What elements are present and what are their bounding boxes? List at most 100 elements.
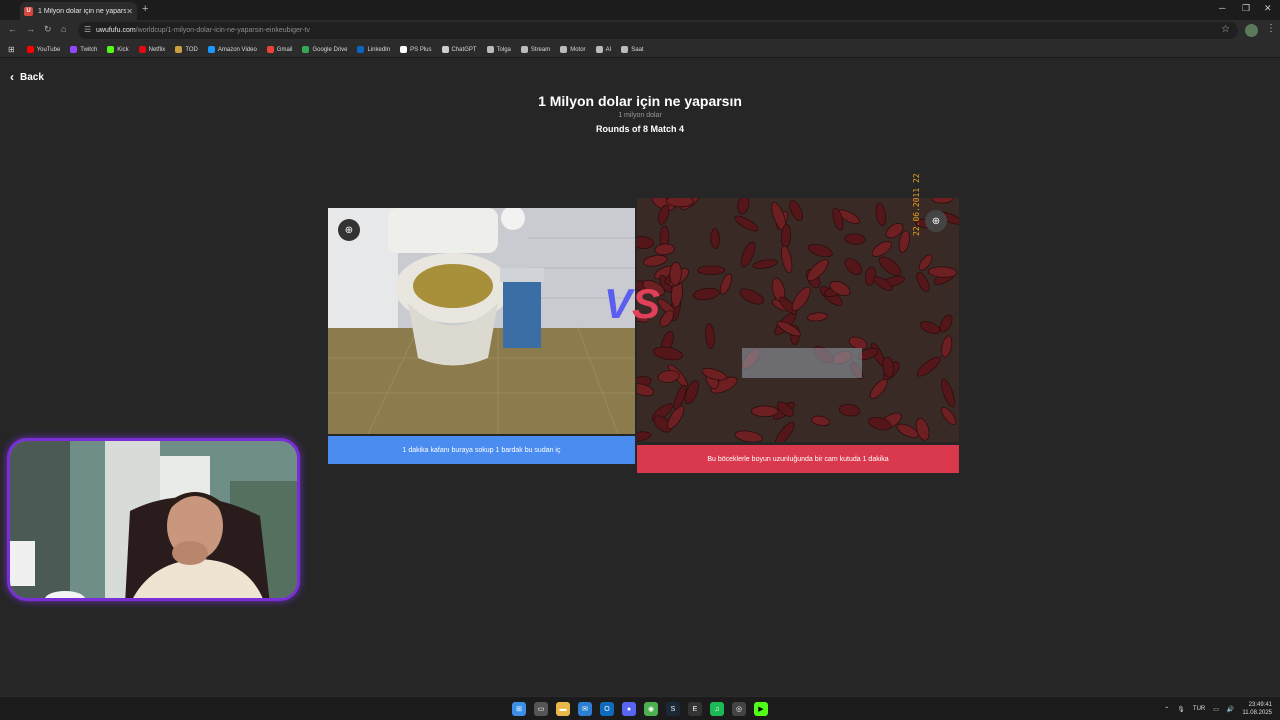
chrome-icon[interactable]: ◉ <box>644 702 658 716</box>
bookmark-icon <box>441 46 449 53</box>
browser-tabstrip: U 1 Milyon dolar için ne yaparsın ✕ + ─ … <box>0 0 1280 20</box>
bookmark-tolga[interactable]: Tolga <box>486 46 511 53</box>
forward-arrow-icon[interactable]: → <box>26 24 35 34</box>
task-view-icon[interactable]: ▭ <box>534 702 548 716</box>
toilet-image <box>328 208 635 434</box>
back-link[interactable]: ‹ Back <box>10 70 44 84</box>
chevron-up-icon[interactable]: ⌃ <box>1164 706 1169 713</box>
page-title: 1 Milyon dolar için ne yaparsın <box>538 93 742 109</box>
close-tab-icon[interactable]: ✕ <box>126 7 133 16</box>
vs-letter-v: V <box>604 280 633 327</box>
back-arrow-icon[interactable]: ← <box>8 24 17 34</box>
clock[interactable]: 23:49:41 11.08.2025 <box>1242 701 1272 717</box>
file-explorer-icon[interactable]: ▬ <box>556 702 570 716</box>
webcam-overlay <box>7 438 300 601</box>
cockroaches-image <box>637 198 959 442</box>
bookmark-label: Motor <box>570 46 586 53</box>
bookmark-icon <box>357 46 365 53</box>
bookmark-amazon-video[interactable]: Amazon Video <box>207 46 257 53</box>
bookmark-label: Stream <box>530 46 551 53</box>
bookmark-stream[interactable]: Stream <box>520 46 551 53</box>
bookmark-linkedin[interactable]: LinkedIn <box>357 46 390 53</box>
new-tab-button[interactable]: + <box>142 3 148 15</box>
browser-tab-active[interactable]: U 1 Milyon dolar için ne yaparsın ✕ <box>20 2 137 20</box>
bookmark-icon <box>400 46 408 53</box>
bookmark-label: Twitch <box>80 46 98 53</box>
taskbar-apps: ⊞ ▭ ▬ ✉ O ● ◉ S E ♫ ◎ ▶ <box>512 702 768 716</box>
minimize-window-icon[interactable]: ─ <box>1219 3 1225 13</box>
bookmark-google-drive[interactable]: Google Drive <box>302 46 347 53</box>
streamer-webcam-image <box>10 441 297 598</box>
steam-icon[interactable]: S <box>666 702 680 716</box>
vs-letter-s: S <box>632 280 661 327</box>
obs-icon[interactable]: ◎ <box>732 702 746 716</box>
network-icon[interactable]: ▭ <box>1213 706 1219 713</box>
bookmark-icon <box>621 46 629 53</box>
bookmark-icon <box>486 46 494 53</box>
choice-right-image[interactable]: ⊕ <box>637 198 959 442</box>
epic-games-icon[interactable]: E <box>688 702 702 716</box>
bookmark-label: AI <box>605 46 612 53</box>
bookmark-ps-plus[interactable]: PS Plus <box>400 46 432 53</box>
home-icon[interactable]: ⌂ <box>61 24 66 34</box>
bookmark-label: Netflix <box>148 46 166 53</box>
kick-app-icon[interactable]: ▶ <box>754 702 768 716</box>
address-bar[interactable]: ☰ uwufufu.com/worldcup/1-milyon-dolar-ic… <box>78 22 1238 39</box>
spotify-icon[interactable]: ♫ <box>710 702 724 716</box>
bookmark-icon <box>266 46 274 53</box>
zoom-in-icon[interactable]: ⊕ <box>338 219 360 241</box>
discord-icon[interactable]: ● <box>622 702 636 716</box>
bookmark-icon <box>302 46 310 53</box>
volume-icon[interactable]: 🔊 <box>1227 706 1234 713</box>
reload-icon[interactable]: ↻ <box>44 24 52 35</box>
bookmark-icon <box>207 46 215 53</box>
page-subtitle: 1 milyon dolar <box>618 112 662 119</box>
bookmark-label: Amazon Video <box>217 46 257 53</box>
windows-start-icon[interactable]: ⊞ <box>512 702 526 716</box>
bookmark-icon <box>138 46 146 53</box>
site-info-icon[interactable]: ☰ <box>84 25 91 34</box>
microphone-icon[interactable]: 🎙 <box>1177 706 1185 713</box>
bookmark-kick[interactable]: Kick <box>107 46 129 53</box>
bookmark-label: PS Plus <box>410 46 432 53</box>
outlook-icon[interactable]: O <box>600 702 614 716</box>
close-window-icon[interactable]: ✕ <box>1264 3 1272 14</box>
restore-window-icon[interactable]: ❐ <box>1242 3 1250 14</box>
browser-menu-icon[interactable]: ⋮ <box>1266 23 1276 34</box>
url-path: /worldcup/1-milyon-dolar-icin-ne-yaparsi… <box>135 27 310 34</box>
bookmark-label: LinkedIn <box>367 46 391 53</box>
site-favicon-icon: U <box>24 6 33 16</box>
versus-badge: VS <box>604 280 660 328</box>
bookmark-label: Saat <box>631 46 644 53</box>
choice-left-button[interactable]: 1 dakika kafanı buraya sokup 1 bardak bu… <box>328 436 635 464</box>
bookmark-label: Gmail <box>276 46 293 53</box>
bookmark-saat[interactable]: Saat <box>621 46 644 53</box>
bookmark-twitch[interactable]: Twitch <box>70 46 97 53</box>
bookmark-label: Tolga <box>496 46 511 53</box>
choice-left-image[interactable]: ⊕ <box>328 208 635 434</box>
profile-avatar[interactable] <box>1245 24 1258 37</box>
zoom-in-icon-right[interactable]: ⊕ <box>925 210 947 232</box>
tab-title: 1 Milyon dolar için ne yaparsın <box>38 7 127 15</box>
bookmark-icon <box>560 46 568 53</box>
bookmark-label: Google Drive <box>312 46 348 53</box>
bookmark-gmail[interactable]: Gmail <box>266 46 293 53</box>
bookmark-icon <box>175 46 183 53</box>
bookmark-icon <box>107 46 115 53</box>
bookmark-label: Kick <box>117 46 129 53</box>
bookmark-icon <box>520 46 528 53</box>
choice-right-button[interactable]: Bu böceklerle boyun uzunluğunda bir cam … <box>637 445 959 473</box>
apps-grid-icon[interactable]: ⊞ <box>8 45 15 54</box>
bookmark-star-icon[interactable]: ☆ <box>1221 24 1230 35</box>
back-label: Back <box>20 71 44 83</box>
bookmark-icon <box>595 46 603 53</box>
bookmark-motor[interactable]: Motor <box>560 46 586 53</box>
bookmark-tod[interactable]: TOD <box>175 46 198 53</box>
bookmark-icon <box>26 46 34 53</box>
bookmark-chatgpt[interactable]: ChatGPT <box>441 46 477 53</box>
mail-icon[interactable]: ✉ <box>578 702 592 716</box>
bookmark-youtube[interactable]: YouTube <box>26 46 60 53</box>
language-indicator[interactable]: TUR <box>1193 706 1205 712</box>
bookmark-ai[interactable]: AI <box>595 46 612 53</box>
bookmark-netflix[interactable]: Netflix <box>138 46 166 53</box>
